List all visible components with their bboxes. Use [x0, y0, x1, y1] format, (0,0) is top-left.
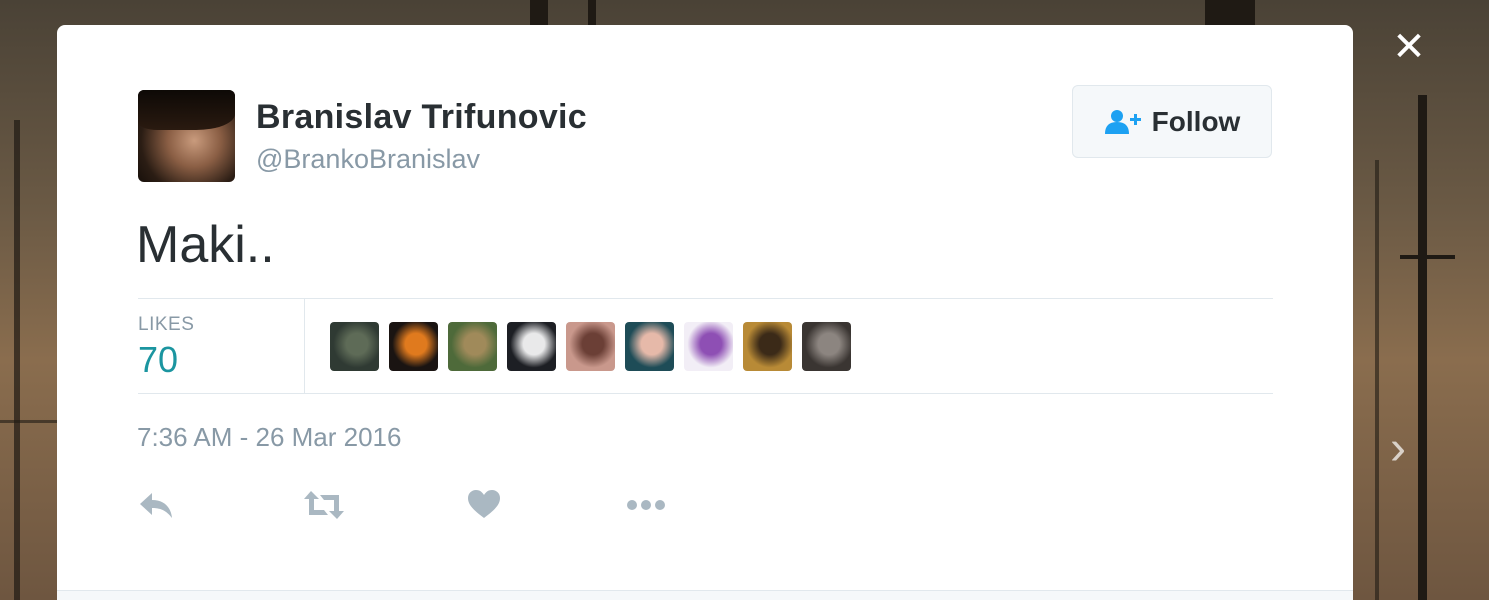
card-footer [57, 590, 1353, 600]
liker-avatar[interactable] [684, 322, 733, 371]
likers-list [330, 322, 851, 371]
liker-avatar[interactable] [507, 322, 556, 371]
like-heart-icon[interactable] [467, 487, 501, 523]
follow-user-icon [1104, 109, 1141, 134]
author-handle[interactable]: @BrankoBranislav [256, 144, 480, 175]
more-options-icon[interactable] [625, 487, 667, 523]
liker-avatar[interactable] [566, 322, 615, 371]
author-name[interactable]: Branislav Trifunovic [256, 98, 587, 137]
liker-avatar[interactable] [330, 322, 379, 371]
liker-avatar[interactable] [743, 322, 792, 371]
tweet-card: Branislav Trifunovic @BrankoBranislav Fo… [57, 25, 1353, 600]
close-icon[interactable]: ✕ [1388, 26, 1430, 68]
tweet-timestamp[interactable]: 7:36 AM - 26 Mar 2016 [137, 422, 401, 453]
liker-avatar[interactable] [448, 322, 497, 371]
divider [304, 299, 305, 393]
divider [138, 393, 1273, 394]
follow-button[interactable]: Follow [1072, 85, 1272, 158]
likes-count[interactable]: 70 [138, 339, 178, 381]
liker-avatar[interactable] [389, 322, 438, 371]
liker-avatar[interactable] [802, 322, 851, 371]
chevron-right-icon[interactable]: › [1380, 424, 1416, 474]
likes-label[interactable]: LIKES [138, 314, 194, 336]
liker-avatar[interactable] [625, 322, 674, 371]
user-avatar[interactable] [138, 90, 235, 182]
tweet-text: Maki.. [136, 216, 275, 274]
follow-label: Follow [1151, 105, 1241, 137]
divider [138, 298, 1273, 299]
reply-icon[interactable] [138, 487, 176, 523]
retweet-icon[interactable] [302, 487, 346, 523]
